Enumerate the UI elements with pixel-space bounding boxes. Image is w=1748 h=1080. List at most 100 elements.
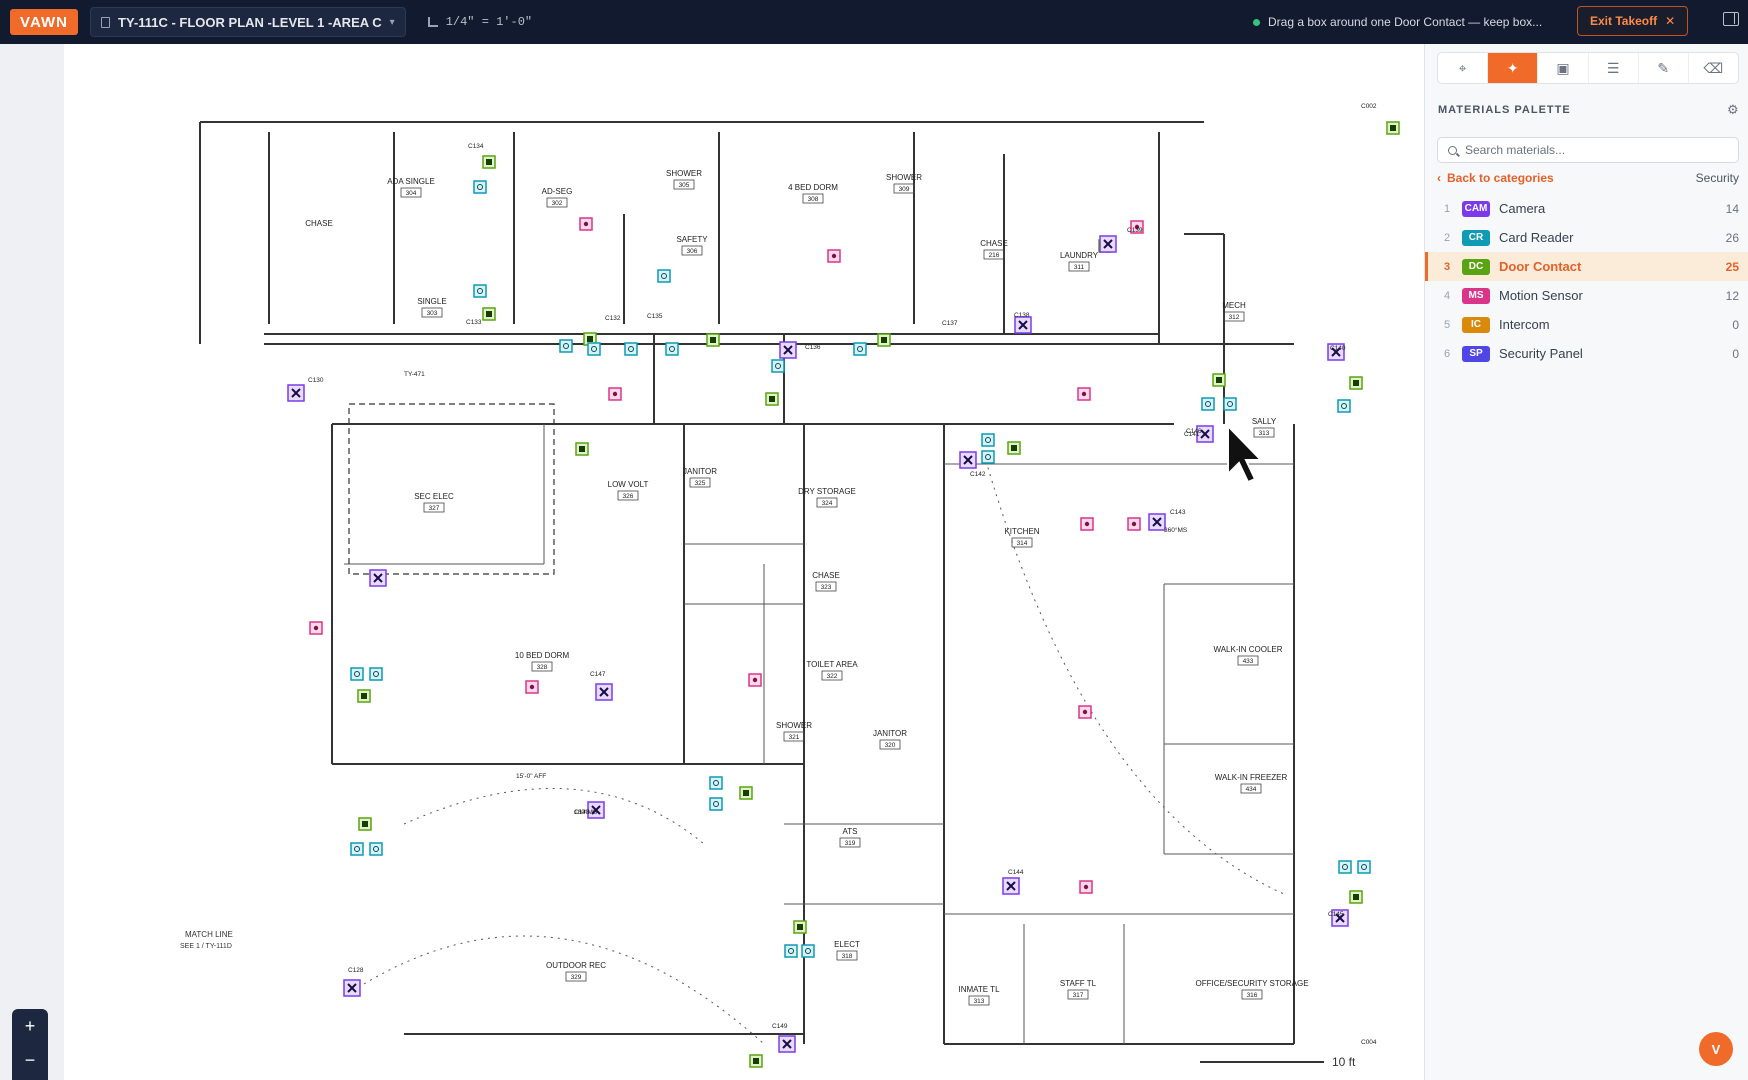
room-label[interactable]: SEC ELEC 327 — [414, 492, 454, 513]
device-marker[interactable] — [981, 450, 995, 464]
device-marker[interactable] — [525, 680, 539, 694]
back-to-categories-link[interactable]: ‹ Back to categories — [1437, 171, 1554, 185]
room-label[interactable]: KITCHEN 314 — [1004, 527, 1040, 548]
device-marker[interactable] — [1349, 890, 1363, 904]
room-label[interactable]: SALLY 313 — [1252, 417, 1277, 438]
device-marker[interactable] — [748, 673, 762, 687]
room-label[interactable]: DRY STORAGE 324 — [798, 487, 856, 508]
device-marker[interactable] — [575, 442, 589, 456]
device-marker[interactable] — [1007, 441, 1021, 455]
material-item[interactable]: 5 IC Intercom 0 — [1425, 310, 1748, 339]
device-marker[interactable] — [1349, 376, 1363, 390]
drawing-sheet[interactable]: ADA SINGLE 304 AD-SEG 302 SHOWER 305 SAFETY 306… — [64, 44, 1424, 1080]
device-marker[interactable] — [608, 387, 622, 401]
image-icon[interactable]: ▣ — [1538, 53, 1589, 83]
device-marker[interactable] — [1201, 397, 1215, 411]
device-marker[interactable] — [959, 451, 977, 469]
device-marker[interactable] — [473, 180, 487, 194]
room-label[interactable]: WALK-IN FREEZER 434 — [1215, 773, 1288, 794]
zoom-in-button[interactable]: + — [12, 1010, 48, 1042]
device-marker[interactable] — [587, 342, 601, 356]
room-label[interactable]: ATS 319 — [839, 827, 861, 848]
search-box[interactable] — [1437, 137, 1739, 163]
material-item[interactable]: 3 DC Door Contact 25 — [1425, 252, 1748, 281]
room-label[interactable]: 4 BED DORM 308 — [788, 183, 838, 204]
room-label[interactable]: LOW VOLT 326 — [608, 480, 649, 501]
device-marker[interactable] — [1078, 705, 1092, 719]
room-label[interactable]: LAUNDRY 311 — [1060, 251, 1099, 272]
exit-takeoff-button[interactable]: Exit Takeoff ✕ — [1577, 6, 1689, 36]
room-label[interactable]: SINGLE 303 — [417, 297, 447, 318]
device-marker[interactable] — [1080, 517, 1094, 531]
zoom-out-button[interactable]: − — [12, 1045, 48, 1077]
room-label[interactable]: SHOWER 305 — [666, 169, 702, 190]
sheet-selector[interactable]: TY-111C - FLOOR PLAN -LEVEL 1 -AREA C ▾ — [90, 7, 406, 37]
device-marker[interactable] — [778, 1035, 796, 1053]
magic-wand-icon[interactable]: ✦ — [1488, 53, 1539, 83]
device-marker[interactable] — [350, 842, 364, 856]
room-label[interactable]: SHOWER 321 — [776, 721, 812, 742]
device-marker[interactable] — [358, 817, 372, 831]
plan-canvas[interactable]: ADA SINGLE 304 AD-SEG 302 SHOWER 305 SAFETY 306… — [0, 44, 1424, 1080]
device-marker[interactable] — [369, 569, 387, 587]
room-label[interactable]: AD-SEG 302 — [542, 187, 573, 208]
device-marker[interactable] — [793, 920, 807, 934]
gear-icon[interactable]: ⚙ — [1727, 102, 1739, 118]
device-marker[interactable] — [1338, 860, 1352, 874]
device-marker[interactable] — [1099, 235, 1117, 253]
device-marker[interactable] — [309, 621, 323, 635]
device-marker[interactable] — [287, 384, 305, 402]
device-marker[interactable] — [784, 944, 798, 958]
device-marker[interactable] — [981, 433, 995, 447]
room-label[interactable]: TOILET AREA 322 — [806, 660, 858, 681]
device-marker[interactable] — [1212, 373, 1226, 387]
device-marker[interactable] — [482, 155, 496, 169]
room-label[interactable]: WALK-IN COOLER 433 — [1213, 645, 1283, 666]
device-marker[interactable] — [1337, 399, 1351, 413]
material-item[interactable]: 1 CAM Camera 14 — [1425, 194, 1748, 223]
device-marker[interactable] — [595, 683, 613, 701]
panel-toggle-icon[interactable] — [1723, 12, 1739, 26]
device-marker[interactable] — [739, 786, 753, 800]
pencil-icon[interactable]: ✎ — [1639, 53, 1689, 83]
device-marker[interactable] — [350, 667, 364, 681]
material-item[interactable]: 6 SP Security Panel 0 — [1425, 339, 1748, 368]
device-marker[interactable] — [473, 284, 487, 298]
device-marker[interactable] — [709, 776, 723, 790]
device-marker[interactable] — [1223, 397, 1237, 411]
room-label[interactable]: STAFF TL 317 — [1060, 979, 1097, 1000]
search-input[interactable] — [1465, 143, 1725, 157]
device-marker[interactable] — [1014, 316, 1032, 334]
device-marker[interactable] — [357, 689, 371, 703]
eraser-icon[interactable]: ⌫ — [1689, 53, 1738, 83]
device-marker[interactable] — [1079, 880, 1093, 894]
floor-plan-drawing[interactable]: ADA SINGLE 304 AD-SEG 302 SHOWER 305 SAFETY 306… — [64, 44, 1424, 1080]
device-marker[interactable] — [559, 339, 573, 353]
device-marker[interactable] — [624, 342, 638, 356]
device-marker[interactable] — [1002, 877, 1020, 895]
device-marker[interactable] — [771, 359, 785, 373]
device-marker[interactable] — [1357, 860, 1371, 874]
device-marker[interactable] — [1386, 121, 1400, 135]
room-label[interactable]: 10 BED DORM 328 — [515, 651, 570, 672]
device-marker[interactable] — [665, 342, 679, 356]
device-marker[interactable] — [877, 333, 891, 347]
material-item[interactable]: 2 CR Card Reader 26 — [1425, 223, 1748, 252]
room-label[interactable]: JANITOR 325 — [683, 467, 717, 488]
room-label[interactable]: JANITOR 320 — [873, 729, 907, 750]
device-marker[interactable] — [853, 342, 867, 356]
room-label[interactable]: OFFICE/SECURITY STORAGE 316 — [1195, 979, 1309, 1000]
device-marker[interactable] — [1127, 517, 1141, 531]
room-label[interactable]: CHASE — [305, 219, 333, 228]
device-marker[interactable] — [765, 392, 779, 406]
room-label[interactable]: SHOWER 309 — [886, 173, 922, 194]
device-marker[interactable] — [482, 307, 496, 321]
device-marker[interactable] — [369, 842, 383, 856]
device-marker[interactable] — [709, 797, 723, 811]
device-marker[interactable] — [779, 341, 797, 359]
device-marker[interactable] — [1077, 387, 1091, 401]
device-marker[interactable] — [657, 269, 671, 283]
device-marker[interactable] — [1148, 513, 1166, 531]
room-label[interactable]: MECH 312 — [1222, 301, 1246, 322]
room-label[interactable]: OUTDOOR REC 329 — [546, 961, 606, 982]
